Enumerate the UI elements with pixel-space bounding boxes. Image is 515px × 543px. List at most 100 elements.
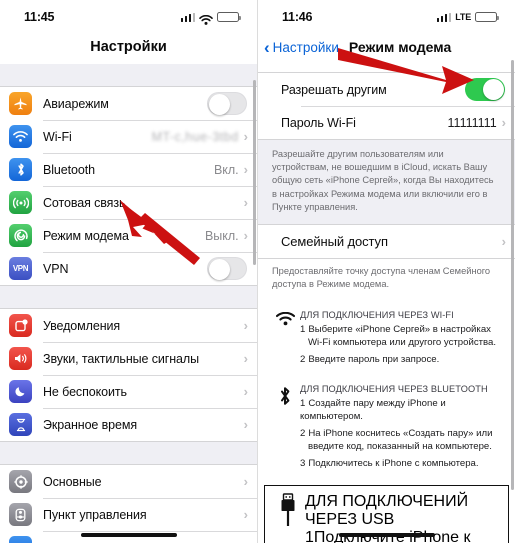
sidebar-item-label: Звуки, тактильные сигналы (43, 351, 199, 366)
chevron-right-icon: › (243, 384, 248, 399)
hotspot-state-value: Выкл. (204, 228, 239, 243)
chevron-right-icon: › (501, 233, 506, 249)
sounds-haptics-icon (9, 347, 32, 370)
personal-hotspot-icon (9, 224, 32, 247)
status-clock: 11:45 (24, 10, 55, 24)
chevron-right-icon: › (243, 417, 248, 432)
back-button[interactable]: Настройки (273, 40, 339, 55)
sidebar-item-general[interactable]: Основные › (0, 465, 257, 498)
sidebar-item-vpn[interactable]: VPN VPN (0, 252, 257, 285)
list-gap (0, 286, 257, 308)
screen-time-icon (9, 413, 32, 436)
left-status-bar: 11:45 (0, 0, 257, 30)
wifi-icon (270, 310, 300, 371)
status-clock: 11:46 (282, 10, 313, 24)
wifi-password-value: 11111111 (447, 115, 497, 130)
general-settings-icon (9, 470, 32, 493)
family-sharing-row[interactable]: Семейный доступ › (258, 224, 515, 258)
instruction-step: 1 Создайте пару между iPhone и компьютеро… (300, 398, 503, 424)
sidebar-item-label: Bluetooth (43, 162, 95, 177)
allow-others-toggle[interactable] (465, 78, 505, 101)
wifi-password-row[interactable]: Пароль Wi-Fi 11111111 › (258, 106, 515, 139)
instruction-step: 3 Подключитесь к iPhone с компьютера. (300, 458, 503, 471)
instructions-header: ДЛЯ ПОДКЛЮЧЕНИЙ ЧЕРЕЗ USB (305, 492, 469, 528)
family-sharing-note: Предоставляйте точку доступа членам Семе… (258, 258, 515, 302)
step-text: Подключитесь к iPhone с компьютера. (308, 457, 479, 469)
sidebar-item-airplane-mode[interactable]: Авиарежим (0, 87, 257, 120)
step-number: 1 (300, 398, 306, 410)
sidebar-item-label: Не беспокоить (43, 384, 127, 399)
hotspot-description: Разрешайте другим пользователям или устр… (258, 140, 515, 224)
allow-others-row[interactable]: Разрешать другим (258, 73, 515, 106)
chevron-right-icon: › (243, 129, 248, 144)
bluetooth-state-value: Вкл. (213, 162, 239, 177)
sidebar-item-notifications[interactable]: Уведомления › (0, 309, 257, 342)
airplane-mode-toggle[interactable] (207, 92, 247, 115)
sidebar-item-cellular[interactable]: Сотовая связь › (0, 186, 257, 219)
instructions-wifi: ДЛЯ ПОДКЛЮЧЕНИЯ ЧЕРЕЗ WI-FI 1 Выберите «i… (258, 301, 515, 376)
cellular-icon (9, 191, 32, 214)
home-indicator (80, 532, 177, 537)
settings-group-notifications: Уведомления › Звуки, тактильные сигналы … (0, 308, 257, 442)
step-number: 3 (300, 457, 306, 469)
right-status-bar: 11:46 LTE (258, 0, 515, 30)
sidebar-item-label: Сотовая связь (43, 195, 126, 210)
home-indicator (338, 532, 435, 537)
instruction-step: 2 Введите пароль при запросе. (300, 354, 503, 367)
step-number: 2 (300, 354, 306, 366)
step-text-cont: введите код, показанный на компьютере. (308, 440, 492, 452)
instructions-body: ДЛЯ ПОДКЛЮЧЕНИЯ ЧЕРЕЗ BLUETOOTH 1 Создайт… (300, 384, 503, 475)
instructions-header: ДЛЯ ПОДКЛЮЧЕНИЯ ЧЕРЕЗ BLUETOOTH (300, 384, 488, 395)
dual-phone-screenshot: 11:45 Настройки Авиарежим Wi-Fi MT-c,hue… (0, 0, 515, 543)
chevron-right-icon: › (243, 351, 248, 366)
airplane-mode-icon (9, 92, 32, 115)
cellular-bars-icon (180, 12, 195, 22)
page-title: Настройки (90, 39, 167, 55)
bluetooth-icon (270, 384, 300, 475)
network-type-label: LTE (455, 12, 471, 22)
right-scrollbar[interactable] (511, 60, 514, 490)
instructions-bluetooth: ДЛЯ ПОДКЛЮЧЕНИЯ ЧЕРЕЗ BLUETOOTH 1 Создайт… (258, 375, 515, 479)
sidebar-item-wifi[interactable]: Wi-Fi MT-c,hue-3tbd › (0, 120, 257, 153)
sidebar-item-label: Авиарежим (43, 96, 109, 111)
right-navbar: ‹ Настройки Режим модема (258, 30, 515, 64)
instruction-step: 1 Выберите «iPhone Сергей» в настройках W… (300, 324, 503, 350)
step-number: 2 (300, 428, 306, 439)
wifi-network-value: MT-c,hue-3tbd (151, 129, 239, 144)
bluetooth-icon (9, 158, 32, 181)
back-chevron-icon[interactable]: ‹ (264, 39, 270, 56)
family-sharing-list: Семейный доступ › (258, 223, 515, 259)
battery-icon (475, 11, 499, 23)
left-scrollbar[interactable] (253, 80, 256, 265)
sidebar-item-label: Основные (43, 474, 102, 489)
sidebar-item-label: Пункт управления (43, 507, 147, 522)
instructions-header: ДЛЯ ПОДКЛЮЧЕНИЯ ЧЕРЕЗ WI-FI (300, 310, 454, 321)
vpn-toggle[interactable] (207, 257, 247, 280)
sidebar-item-do-not-disturb[interactable]: Не беспокоить › (0, 375, 257, 408)
hotspot-settings-list: Разрешать другим Пароль Wi-Fi 11111111 › (258, 72, 515, 140)
notifications-icon (9, 314, 32, 337)
step-number: 1 (305, 528, 314, 543)
list-gap (0, 442, 257, 464)
sidebar-item-label: Экранное время (43, 417, 138, 432)
cellular-bars-icon (436, 12, 452, 22)
step-text: На iPhone коснитесь «Создать пару» или (308, 428, 493, 439)
step-text: Выберите «iPhone Сергей» в настройках (308, 324, 491, 336)
sidebar-item-label: Режим модема (43, 228, 129, 243)
instructions-body: ДЛЯ ПОДКЛЮЧЕНИЯ ЧЕРЕЗ WI-FI 1 Выберите «i… (300, 310, 503, 371)
sidebar-item-bluetooth[interactable]: Bluetooth Вкл. › (0, 153, 257, 186)
chevron-right-icon: › (243, 228, 248, 243)
status-indicators: LTE (436, 11, 499, 23)
family-sharing-label: Семейный доступ (281, 233, 388, 249)
wifi-password-label: Пароль Wi-Fi (281, 115, 356, 130)
wifi-settings-icon (9, 125, 32, 148)
sidebar-item-sounds-haptics[interactable]: Звуки, тактильные сигналы › (0, 342, 257, 375)
sidebar-item-personal-hotspot[interactable]: Режим модема Выкл. › (0, 219, 257, 252)
sidebar-item-label: VPN (43, 261, 69, 276)
chevron-right-icon: › (243, 162, 248, 177)
page-title: Режим модема (348, 39, 452, 55)
chevron-right-icon: › (243, 318, 248, 333)
wifi-icon (199, 12, 213, 25)
sidebar-item-screen-time[interactable]: Экранное время › (0, 408, 257, 441)
sidebar-item-control-center[interactable]: Пункт управления › (0, 498, 257, 531)
